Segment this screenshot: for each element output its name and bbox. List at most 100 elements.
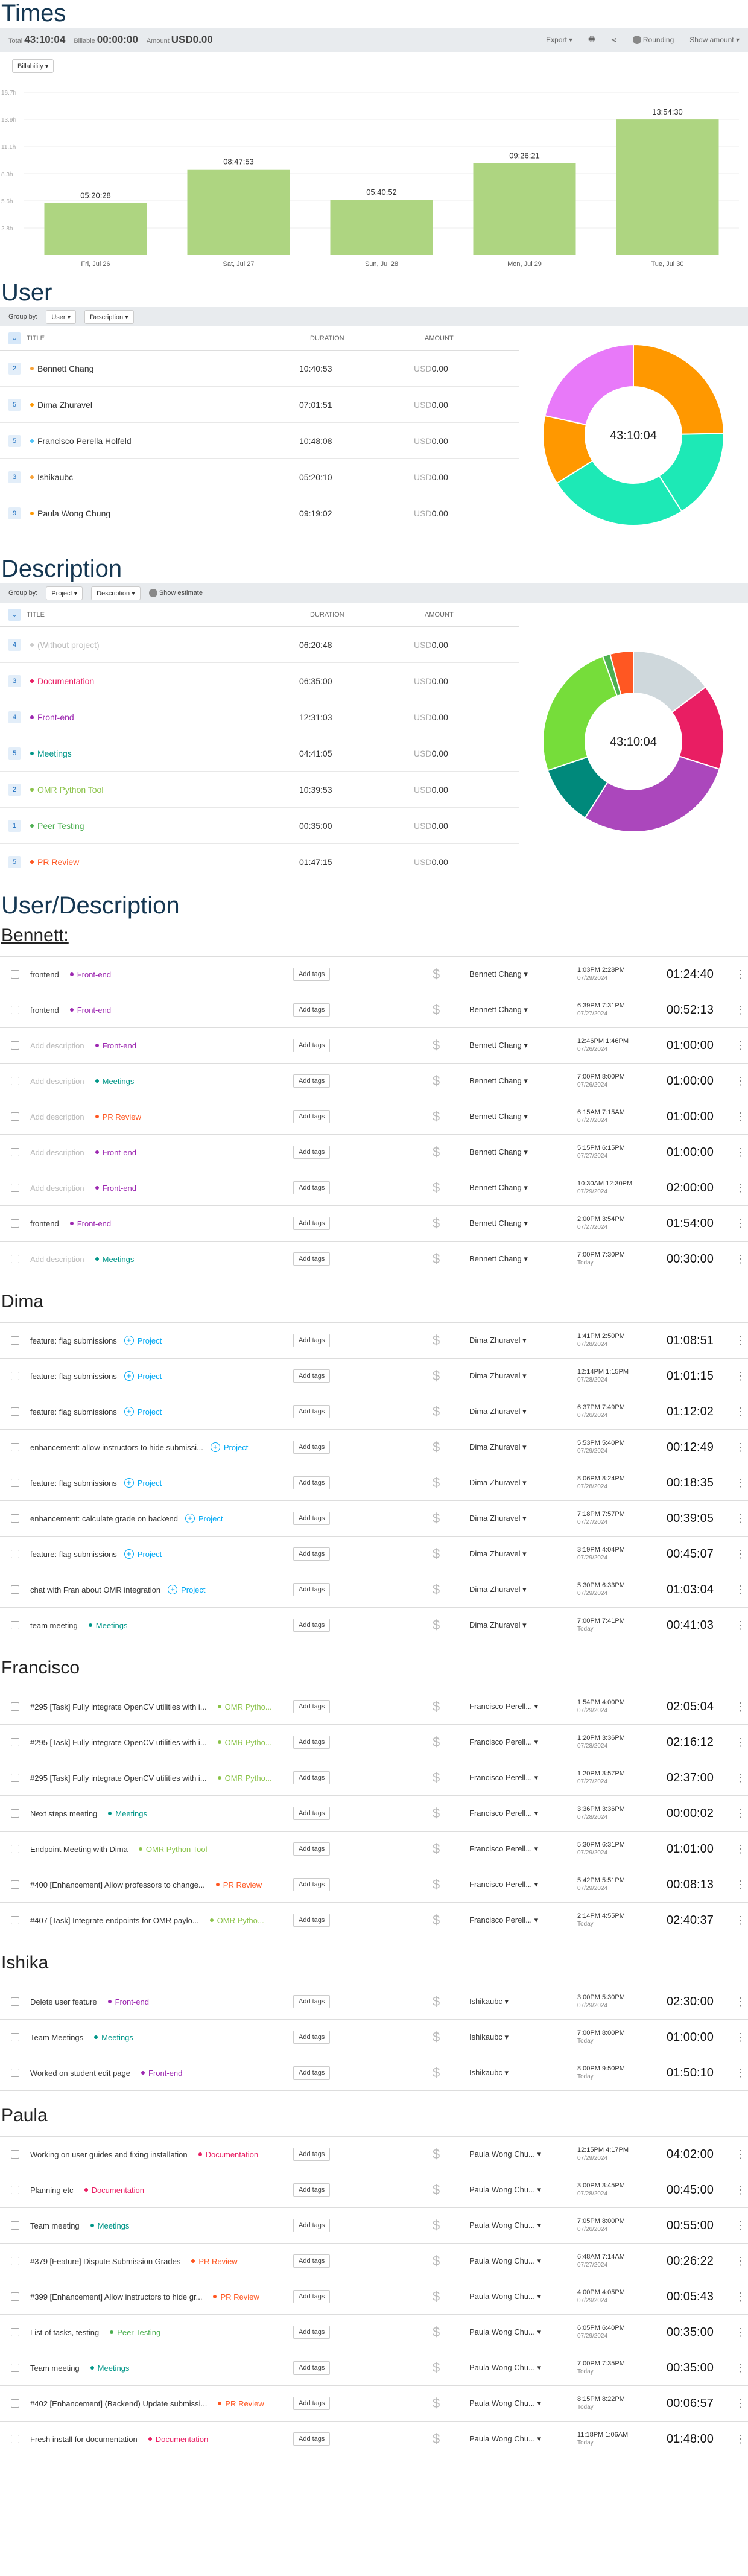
entry-time-range[interactable]: 7:05PM 8:00PM 07/26/2024 — [577, 2218, 625, 2233]
entry-time-range[interactable]: 3:36PM 3:36PM 07/28/2024 — [577, 1806, 625, 1821]
entry-user-selector[interactable]: Dima Zhuravel ▾ — [469, 1620, 549, 1630]
project-selector[interactable]: Meetings — [87, 2364, 129, 2373]
billable-dollar-icon[interactable]: $ — [433, 1994, 440, 2010]
entry-duration[interactable]: 01:54:00 — [667, 1217, 714, 1231]
entry-user-selector[interactable]: Bennett Chang ▾ — [469, 1147, 549, 1157]
entry-duration[interactable]: 00:41:03 — [667, 1619, 714, 1632]
entry-duration[interactable]: 00:52:13 — [667, 1003, 714, 1017]
entry-duration[interactable]: 02:00:00 — [667, 1181, 714, 1195]
more-options-icon[interactable]: ⋮ — [735, 1111, 746, 1123]
add-tags-button[interactable]: Add tags — [293, 1441, 331, 1454]
group-by-description2[interactable]: Description ▾ — [91, 586, 141, 600]
billable-dollar-icon[interactable]: $ — [433, 1038, 440, 1053]
entry-user-selector[interactable]: Paula Wong Chu... ▾ — [469, 2221, 549, 2230]
bar[interactable] — [187, 169, 290, 255]
billable-dollar-icon[interactable]: $ — [433, 1475, 440, 1491]
time-entry-row[interactable]: Endpoint Meeting with Dima OMR Python Too… — [0, 1831, 748, 1867]
more-options-icon[interactable]: ⋮ — [735, 2397, 746, 2410]
project-selector[interactable]: Documentation — [145, 2435, 208, 2444]
time-entry-row[interactable]: #379 [Feature] Dispute Submission Grades… — [0, 2243, 748, 2279]
more-options-icon[interactable]: ⋮ — [735, 2148, 746, 2161]
entry-user-selector[interactable]: Paula Wong Chu... ▾ — [469, 2292, 549, 2302]
entry-time-range[interactable]: 12:46PM 1:46PM 07/26/2024 — [577, 1038, 629, 1053]
entry-checkbox[interactable] — [11, 1845, 19, 1853]
add-tags-button[interactable]: Add tags — [293, 1217, 331, 1230]
billable-dollar-icon[interactable]: $ — [433, 1144, 440, 1160]
time-entry-row[interactable]: Next steps meeting Meetings Add tags $ Fr… — [0, 1795, 748, 1831]
more-options-icon[interactable]: ⋮ — [735, 1548, 746, 1561]
more-options-icon[interactable]: ⋮ — [735, 2291, 746, 2303]
billable-dollar-icon[interactable]: $ — [433, 1368, 440, 1384]
entry-description[interactable]: Worked on student edit page — [30, 2069, 130, 2078]
project-selector[interactable]: Meetings — [87, 2221, 129, 2230]
entry-user-selector[interactable]: Paula Wong Chu... ▾ — [469, 2434, 549, 2444]
more-options-icon[interactable]: ⋮ — [735, 1441, 746, 1454]
billable-dollar-icon[interactable]: $ — [433, 1251, 440, 1267]
add-tags-button[interactable]: Add tags — [293, 2290, 331, 2303]
entry-description[interactable]: frontend — [30, 1219, 59, 1228]
entry-user-selector[interactable]: Ishikaubc ▾ — [469, 2068, 549, 2078]
entry-checkbox[interactable] — [11, 2292, 19, 2301]
entry-description[interactable]: Team meeting — [30, 2364, 80, 2373]
entry-description[interactable]: feature: flag submissions — [30, 1372, 117, 1381]
time-entry-row[interactable]: #295 [Task] Fully integrate OpenCV utili… — [0, 1724, 748, 1760]
entry-checkbox[interactable] — [11, 2186, 19, 2194]
more-options-icon[interactable]: ⋮ — [735, 968, 746, 981]
add-tags-button[interactable]: Add tags — [293, 1476, 331, 1489]
billable-dollar-icon[interactable]: $ — [433, 1073, 440, 1089]
billable-dollar-icon[interactable]: $ — [433, 1216, 440, 1231]
table-row[interactable]: 5 Meetings 04:41:05 USD0.00 — [0, 735, 519, 772]
more-options-icon[interactable]: ⋮ — [735, 1039, 746, 1052]
entry-user-selector[interactable]: Bennett Chang ▾ — [469, 969, 549, 979]
project-selector[interactable]: PR Review — [188, 2257, 238, 2266]
entry-description[interactable]: #295 [Task] Fully integrate OpenCV utili… — [30, 1738, 207, 1747]
entry-description[interactable]: Add description — [30, 1255, 84, 1264]
entry-duration[interactable]: 01:24:40 — [667, 968, 714, 982]
entry-description[interactable]: Team Meetings — [30, 2033, 83, 2042]
entry-checkbox[interactable] — [11, 1148, 19, 1156]
table-row[interactable]: 9 Paula Wong Chung 09:19:02 USD0.00 — [0, 495, 519, 531]
add-tags-button[interactable]: Add tags — [293, 1700, 331, 1713]
entry-duration[interactable]: 00:45:00 — [667, 2183, 714, 2197]
entry-description[interactable]: feature: flag submissions — [30, 1550, 117, 1559]
entry-time-range[interactable]: 7:00PM 8:00PM Today — [577, 2029, 625, 2045]
entry-time-range[interactable]: 1:54PM 4:00PM 07/29/2024 — [577, 1699, 625, 1715]
entry-time-range[interactable]: 11:18PM 1:06AM Today — [577, 2431, 628, 2447]
entry-user-selector[interactable]: Paula Wong Chu... ▾ — [469, 2327, 549, 2337]
entry-time-range[interactable]: 5:15PM 6:15PM 07/27/2024 — [577, 1144, 625, 1160]
add-tags-button[interactable]: Add tags — [293, 2326, 331, 2339]
entry-user-selector[interactable]: Bennett Chang ▾ — [469, 1219, 549, 1228]
billable-dollar-icon[interactable]: $ — [433, 2431, 440, 2447]
time-entry-row[interactable]: enhancement: calculate grade on backend +… — [0, 1500, 748, 1536]
more-options-icon[interactable]: ⋮ — [735, 1406, 746, 1418]
entry-description[interactable]: #400 [Enhancement] Allow professors to c… — [30, 1880, 205, 1889]
more-options-icon[interactable]: ⋮ — [735, 1370, 746, 1383]
entry-user-selector[interactable]: Dima Zhuravel ▾ — [469, 1336, 549, 1345]
billable-dollar-icon[interactable]: $ — [433, 1511, 440, 1526]
billable-dollar-icon[interactable]: $ — [433, 1180, 440, 1196]
time-entry-row[interactable]: #400 [Enhancement] Allow professors to c… — [0, 1867, 748, 1902]
entry-duration[interactable]: 00:12:49 — [667, 1441, 714, 1455]
entry-duration[interactable]: 01:00:00 — [667, 1074, 714, 1088]
time-entry-row[interactable]: #295 [Task] Fully integrate OpenCV utili… — [0, 1760, 748, 1795]
project-selector[interactable]: Front-end — [66, 970, 111, 979]
entry-description[interactable]: Add description — [30, 1112, 84, 1121]
billable-dollar-icon[interactable]: $ — [433, 1109, 440, 1125]
entry-user-selector[interactable]: Francisco Perell... ▾ — [469, 1809, 549, 1818]
entry-checkbox[interactable] — [11, 1255, 19, 1263]
project-selector[interactable]: Front-end — [66, 1006, 111, 1015]
billable-dollar-icon[interactable]: $ — [433, 1002, 440, 1018]
entry-checkbox[interactable] — [11, 1184, 19, 1192]
entry-duration[interactable]: 00:45:07 — [667, 1547, 714, 1561]
entry-time-range[interactable]: 7:00PM 7:35PM Today — [577, 2360, 625, 2376]
time-entry-row[interactable]: Team meeting Meetings Add tags $ Paula Wo… — [0, 2350, 748, 2385]
add-tags-button[interactable]: Add tags — [293, 1771, 331, 1784]
time-entry-row[interactable]: Add description Meetings Add tags $ Benne… — [0, 1063, 748, 1099]
more-options-icon[interactable]: ⋮ — [735, 1914, 746, 1927]
entry-description[interactable]: #295 [Task] Fully integrate OpenCV utili… — [30, 1774, 207, 1783]
entry-checkbox[interactable] — [11, 1077, 19, 1085]
add-tags-button[interactable]: Add tags — [293, 2397, 331, 2410]
entry-time-range[interactable]: 3:19PM 4:04PM 07/29/2024 — [577, 1546, 625, 1562]
add-tags-button[interactable]: Add tags — [293, 1736, 331, 1749]
entry-duration[interactable]: 01:00:00 — [667, 2031, 714, 2045]
